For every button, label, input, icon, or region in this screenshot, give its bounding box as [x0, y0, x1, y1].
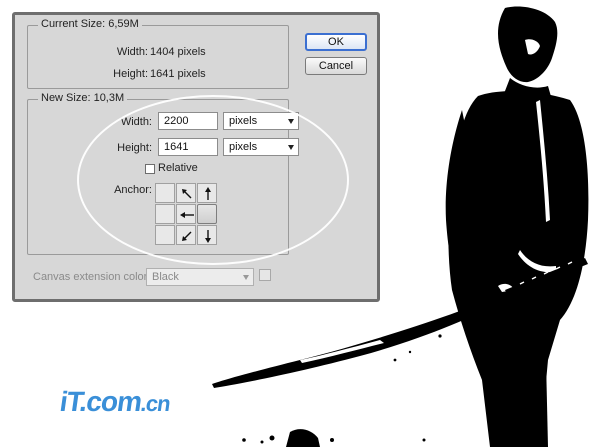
anchor-top-center[interactable] — [176, 183, 196, 203]
arrow-up-icon — [205, 187, 211, 200]
watermark-suffix-text: .cn — [139, 391, 172, 416]
watermark-logo: iT.com.cn — [58, 386, 172, 418]
relative-checkbox[interactable] — [145, 164, 155, 174]
current-size-group: Current Size: 6,59M Width: 1404 pixels H… — [27, 18, 289, 89]
current-width-value: 1404 pixels — [150, 46, 206, 58]
anchor-middle-left[interactable] — [155, 204, 175, 224]
anchor-top-right[interactable] — [197, 183, 217, 203]
width-input[interactable]: 2200 — [158, 112, 218, 130]
ok-button[interactable]: OK — [305, 33, 367, 51]
extension-color-label: Canvas extension color: — [33, 271, 151, 283]
new-width-label: Width: — [120, 116, 152, 128]
current-width-label: Width: — [116, 46, 148, 58]
new-size-title: New Size: 10,3M — [38, 92, 128, 104]
anchor-label: Anchor: — [114, 184, 152, 196]
chevron-down-icon — [288, 119, 294, 124]
anchor-middle-right-selected[interactable] — [197, 204, 217, 224]
canvas-size-dialog: Current Size: 6,59M Width: 1404 pixels H… — [12, 12, 380, 302]
chevron-down-icon — [288, 145, 294, 150]
height-unit-value: pixels — [229, 141, 258, 153]
width-unit-value: pixels — [229, 115, 258, 127]
anchor-top-left[interactable] — [155, 183, 175, 203]
arrow-down-left-icon — [182, 231, 192, 241]
anchor-bottom-right[interactable] — [197, 225, 217, 245]
arrow-up-left-icon — [182, 189, 192, 199]
extension-color-swatch[interactable] — [259, 269, 271, 281]
relative-label: Relative — [158, 162, 198, 174]
current-height-label: Height: — [113, 68, 148, 80]
anchor-bottom-left[interactable] — [155, 225, 175, 245]
height-input[interactable]: 1641 — [158, 138, 218, 156]
current-size-title: Current Size: 6,59M — [38, 18, 142, 30]
extension-color-select[interactable]: Black — [146, 268, 254, 286]
watermark-main-text: iT.com — [57, 386, 144, 417]
anchor-grid — [155, 183, 217, 245]
anchor-bottom-center[interactable] — [176, 225, 196, 245]
arrow-left-icon — [180, 212, 194, 218]
anchor-middle-center[interactable] — [176, 204, 196, 224]
height-unit-select[interactable]: pixels — [223, 138, 299, 156]
chevron-down-icon — [243, 275, 249, 280]
arrow-down-icon — [205, 230, 211, 243]
extension-color-value: Black — [152, 271, 179, 283]
cancel-button[interactable]: Cancel — [305, 57, 367, 75]
width-unit-select[interactable]: pixels — [223, 112, 299, 130]
new-height-label: Height: — [117, 142, 152, 154]
current-height-value: 1641 pixels — [150, 68, 206, 80]
